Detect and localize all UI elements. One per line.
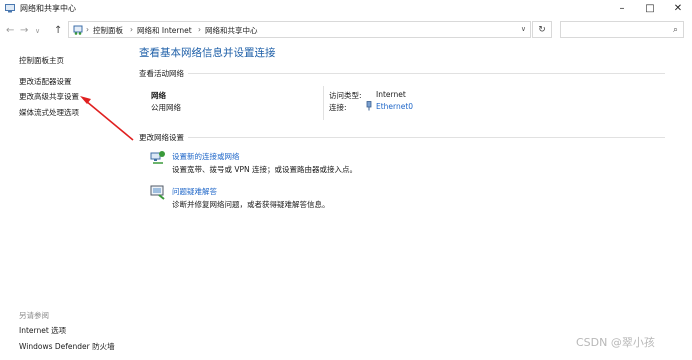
active-networks-heading: 查看活动网络 <box>139 69 184 78</box>
troubleshoot-desc: 诊断并修复网络问题，或者获得疑难解答信息。 <box>172 200 330 209</box>
network-setup-icon <box>150 151 165 164</box>
annotation-arrow <box>80 96 134 141</box>
access-type-label: 访问类型: <box>329 91 362 100</box>
connections-label: 连接: <box>329 103 347 112</box>
network-divider <box>323 86 324 120</box>
network-type-link[interactable]: 公用网络 <box>151 102 181 113</box>
troubleshoot-icon <box>150 185 165 200</box>
page-title: 查看基本网络信息并设置连接 <box>139 47 276 59</box>
setup-connection-desc: 设置宽带、拨号或 VPN 连接；或设置路由器或接入点。 <box>172 165 358 174</box>
network-name: 网络 <box>151 91 166 100</box>
setup-connection-link[interactable]: 设置新的连接或网络 <box>172 151 240 162</box>
change-settings-heading: 更改网络设置 <box>139 133 184 142</box>
access-type-value: Internet <box>376 90 406 99</box>
watermark: CSDN @翠小孩 <box>576 336 655 349</box>
ethernet-icon <box>366 101 372 111</box>
section-divider <box>188 73 665 74</box>
troubleshoot-link[interactable]: 问题疑难解答 <box>172 186 217 197</box>
section-divider <box>188 137 665 138</box>
ethernet-connection-link[interactable]: Ethernet0 <box>376 102 413 111</box>
